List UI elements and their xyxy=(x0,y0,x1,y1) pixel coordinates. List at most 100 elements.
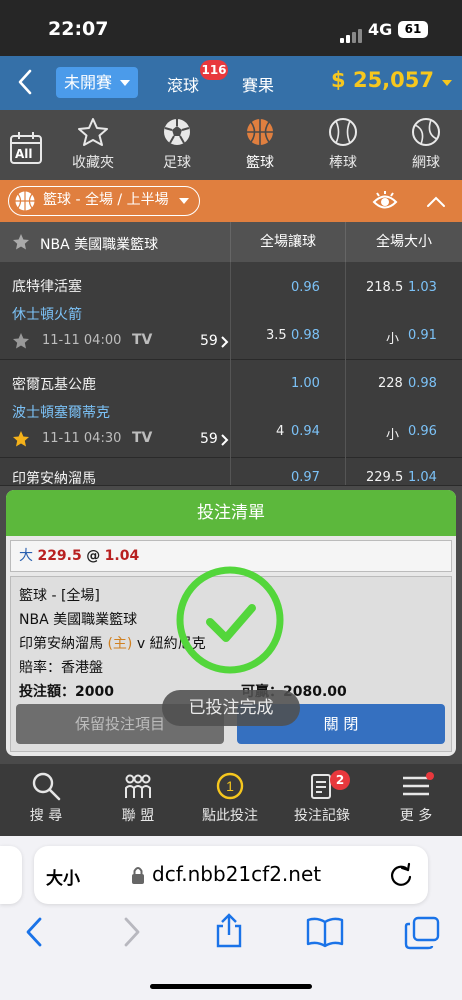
more-markets-count[interactable]: 59 xyxy=(200,431,218,447)
back-icon[interactable] xyxy=(12,66,40,98)
back-icon[interactable] xyxy=(22,916,46,948)
home-indicator xyxy=(150,984,312,989)
match-row: 底特律活塞 休士頓火箭 11-11 04:00 TV 59 0.96 3.5 0… xyxy=(0,262,462,365)
nav-bet-now[interactable]: 1 點此投注 xyxy=(184,770,276,825)
network-label: 4G xyxy=(368,20,393,39)
odds-button[interactable]: 0.91 xyxy=(408,328,437,343)
sport-label: 足球 xyxy=(163,155,191,171)
sport-baseball[interactable]: 棒球 xyxy=(303,116,383,172)
nav-label: 搜 尋 xyxy=(29,808,63,824)
sport-label: 棒球 xyxy=(329,155,357,171)
bookmarks-icon[interactable] xyxy=(306,916,344,948)
odds-button[interactable]: 0.96 xyxy=(408,424,437,439)
chevron-up-icon[interactable] xyxy=(426,194,446,208)
sport-soccer[interactable]: 足球 xyxy=(137,116,217,172)
tv-badge: TV xyxy=(132,332,153,348)
balance-display[interactable]: $ 25,057 xyxy=(331,68,434,92)
bet-count: 1 xyxy=(226,778,234,794)
tab-results[interactable]: 賽果 xyxy=(242,72,274,96)
tab-upcoming-label: 未開賽 xyxy=(64,73,113,92)
basketball-icon xyxy=(247,119,273,145)
more-markets-count[interactable]: 59 xyxy=(200,333,218,349)
signal-icon xyxy=(340,24,364,43)
nav-search[interactable]: 搜 尋 xyxy=(0,770,92,825)
odds-button[interactable]: 0.97 xyxy=(291,470,320,485)
search-icon xyxy=(32,772,61,801)
text-size-button[interactable]: 大小 xyxy=(46,864,80,889)
records-badge: 2 xyxy=(330,770,350,790)
tab-live[interactable]: 滾球 xyxy=(167,72,199,96)
sport-label: 收藏夾 xyxy=(72,155,114,171)
success-toast: 已投注完成 xyxy=(162,690,300,726)
away-team: 休士頓火箭 xyxy=(12,307,82,323)
all-sports-button[interactable]: All xyxy=(9,130,43,166)
odds-button[interactable]: 1.00 xyxy=(291,376,320,391)
address-bar[interactable]: 大小 dcf.nbb21cf2.net xyxy=(34,846,428,904)
total-cell: 228 0.98 小 0.96 xyxy=(345,360,462,458)
market-dropdown[interactable]: 籃球 - 全場 / 上半場 xyxy=(8,186,200,216)
sport-tennis[interactable]: 網球 xyxy=(386,116,462,172)
slip-stake: 投注額：2000 xyxy=(19,681,114,701)
previous-tab[interactable] xyxy=(0,846,22,904)
nav-league[interactable]: 聯 盟 xyxy=(92,770,184,825)
sport-favorites[interactable]: 收藏夾 xyxy=(53,116,133,172)
total-line: 228 xyxy=(378,376,403,391)
odds-button[interactable]: 0.96 xyxy=(291,280,320,295)
url-text[interactable]: dcf.nbb21cf2.net xyxy=(152,862,321,886)
chevron-down-icon[interactable] xyxy=(442,80,452,86)
chevron-down-icon xyxy=(120,80,130,86)
eye-icon[interactable] xyxy=(372,190,398,212)
browser-bar: 大小 dcf.nbb21cf2.net xyxy=(0,836,462,1000)
handicap-cell: 1.00 4 0.94 xyxy=(230,360,345,458)
handicap-line: 4 xyxy=(276,424,285,439)
nav-records[interactable]: 投注記錄 xyxy=(276,770,368,825)
total-line: 229.5 xyxy=(366,470,404,485)
handicap-cell: 0.97 xyxy=(230,458,345,485)
bet-count-icon: 1 xyxy=(216,772,244,800)
nav-label: 聯 盟 xyxy=(121,808,155,824)
sport-label: 籃球 xyxy=(246,155,274,171)
star-icon[interactable] xyxy=(12,430,30,448)
tabs-icon[interactable] xyxy=(404,916,440,950)
selection-line: 229.5 xyxy=(37,548,82,564)
total-cell: 218.5 1.03 小 0.91 xyxy=(345,262,462,360)
nav-more[interactable]: 更 多 xyxy=(370,770,462,825)
home-team: 密爾瓦基公鹿 xyxy=(12,377,96,393)
column-header-total: 全場大小 xyxy=(345,222,462,262)
battery-icon: 61 xyxy=(398,21,428,38)
handicap-line: 3.5 xyxy=(266,328,287,343)
star-icon[interactable] xyxy=(12,332,30,350)
odds-button[interactable]: 1.04 xyxy=(408,470,437,485)
tab-upcoming[interactable]: 未開賽 xyxy=(56,67,138,98)
selection-odds: 1.04 xyxy=(104,548,140,564)
star-icon[interactable] xyxy=(12,233,30,251)
share-icon[interactable] xyxy=(212,912,246,950)
chevron-right-icon[interactable] xyxy=(220,434,229,446)
slip-title: 投注清單 xyxy=(6,490,456,536)
chevron-right-icon[interactable] xyxy=(220,336,229,348)
sport-basketball[interactable]: 籃球 xyxy=(220,116,300,172)
odds-button[interactable]: 0.94 xyxy=(291,424,320,439)
nav-label: 點此投注 xyxy=(202,808,258,824)
odds-button[interactable]: 0.98 xyxy=(291,328,320,343)
slip-vs: v xyxy=(136,636,146,652)
league-name: NBA 美國職業籃球 xyxy=(40,237,159,253)
selection-at: @ xyxy=(86,548,101,564)
slip-odds-type: 賠率：香港盤 xyxy=(19,660,103,676)
market-dropdown-label: 籃球 - 全場 / 上半場 xyxy=(43,192,169,208)
sports-selector: All 收藏夾 足球 籃球 棒球 網球 xyxy=(0,110,462,180)
reload-icon[interactable] xyxy=(388,862,414,888)
forward-icon[interactable] xyxy=(120,916,144,948)
column-header-handicap: 全場讓球 xyxy=(230,222,345,262)
handicap-cell: 0.96 3.5 0.98 xyxy=(230,262,345,360)
tv-badge: TV xyxy=(132,430,153,446)
odds-button[interactable]: 0.98 xyxy=(408,376,437,391)
status-bar: 22:07 4G 61 xyxy=(0,0,462,56)
slip-sport: 籃球 - [全場] xyxy=(19,588,100,604)
bottom-nav: 搜 尋 聯 盟 1 點此投注 投注記錄 2 更 多 xyxy=(0,764,462,836)
lock-icon xyxy=(132,867,144,884)
success-check-icon xyxy=(176,566,284,674)
match-datetime: 11-11 04:00 xyxy=(42,333,122,348)
odds-button[interactable]: 1.03 xyxy=(408,280,437,295)
top-header: 未開賽 滾球 116 賽果 $ 25,057 xyxy=(0,56,462,110)
